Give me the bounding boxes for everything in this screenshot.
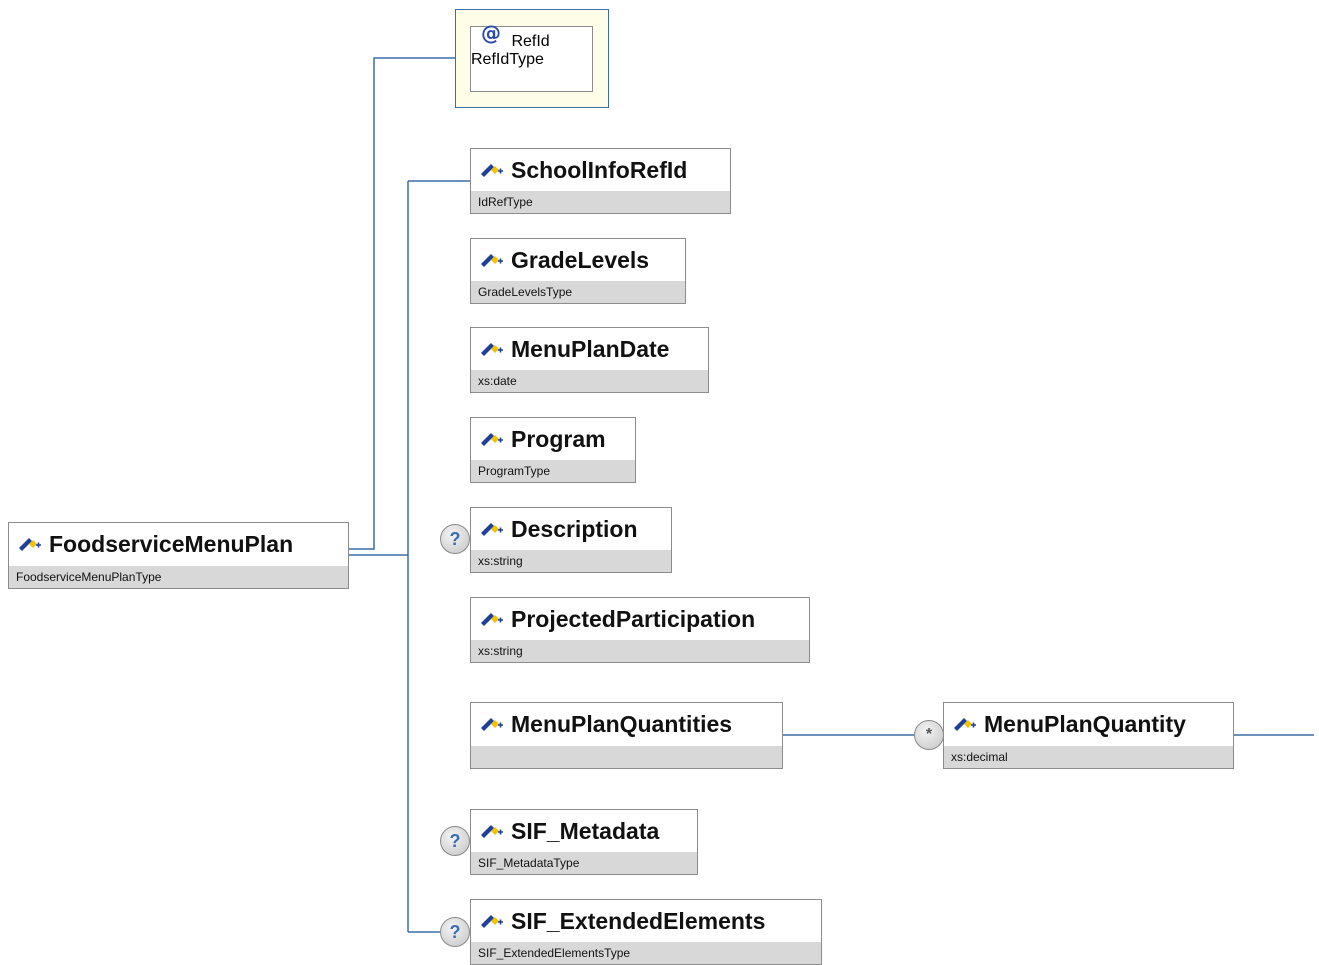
element-icon bbox=[481, 343, 503, 356]
element-icon bbox=[481, 164, 503, 177]
grandchild-menuplanquantity[interactable]: MenuPlanQuantity xs:decimal bbox=[943, 702, 1234, 769]
connector-root-attribute bbox=[348, 57, 455, 550]
element-icon bbox=[481, 613, 503, 626]
child-name: SIF_Metadata bbox=[511, 817, 660, 844]
child-name: Program bbox=[511, 425, 606, 452]
child-projectedparticipation[interactable]: ProjectedParticipation xs:string bbox=[470, 597, 810, 663]
attribute-type: RefIdType bbox=[471, 51, 544, 68]
child-name: SchoolInfoRefId bbox=[511, 156, 688, 183]
root-element-type: FoodserviceMenuPlanType bbox=[9, 566, 348, 588]
child-sif-metadata[interactable]: SIF_Metadata SIF_MetadataType bbox=[470, 809, 698, 875]
child-type: GradeLevelsType bbox=[471, 281, 685, 303]
child-menuplandate[interactable]: MenuPlanDate xs:date bbox=[470, 327, 709, 393]
child-description[interactable]: Description xs:string bbox=[470, 507, 672, 573]
element-icon bbox=[481, 433, 503, 446]
child-program[interactable]: Program ProgramType bbox=[470, 417, 636, 483]
grandchild-type: xs:decimal bbox=[944, 746, 1233, 768]
attribute-icon: @ bbox=[481, 21, 501, 45]
child-gradelevels[interactable]: GradeLevels GradeLevelsType bbox=[470, 238, 686, 304]
element-icon bbox=[481, 825, 503, 838]
child-type bbox=[471, 746, 782, 768]
child-type: IdRefType bbox=[471, 191, 730, 213]
attribute-name: RefId bbox=[511, 33, 550, 50]
attribute-refid[interactable]: @ RefId RefIdType bbox=[470, 21, 593, 92]
schema-diagram: FoodserviceMenuPlan FoodserviceMenuPlanT… bbox=[0, 0, 1319, 965]
child-type: ProgramType bbox=[471, 460, 635, 482]
optional-badge: ? bbox=[440, 524, 470, 554]
grandchild-name: MenuPlanQuantity bbox=[984, 710, 1186, 737]
element-icon bbox=[481, 523, 503, 536]
child-type: SIF_MetadataType bbox=[471, 852, 697, 874]
child-type: xs:string bbox=[471, 640, 809, 662]
child-name: SIF_ExtendedElements bbox=[511, 907, 766, 934]
child-type: SIF_ExtendedElementsType bbox=[471, 942, 821, 964]
child-schoolinforefid[interactable]: SchoolInfoRefId IdRefType bbox=[470, 148, 731, 214]
element-icon bbox=[481, 718, 503, 731]
element-icon bbox=[19, 538, 41, 551]
child-type: xs:date bbox=[471, 370, 708, 392]
element-icon bbox=[481, 915, 503, 928]
child-name: MenuPlanQuantities bbox=[511, 710, 733, 737]
optional-badge: ? bbox=[440, 917, 470, 947]
child-menuplanquantities[interactable]: MenuPlanQuantities bbox=[470, 702, 783, 769]
root-element[interactable]: FoodserviceMenuPlan FoodserviceMenuPlanT… bbox=[8, 522, 349, 589]
element-icon bbox=[954, 718, 976, 731]
child-type: xs:string bbox=[471, 550, 671, 572]
repeat-badge: * bbox=[914, 720, 944, 750]
child-sif-extendedelements[interactable]: SIF_ExtendedElements SIF_ExtendedElement… bbox=[470, 899, 822, 965]
child-name: Description bbox=[511, 515, 638, 542]
optional-badge: ? bbox=[440, 826, 470, 856]
root-element-name: FoodserviceMenuPlan bbox=[49, 530, 294, 557]
child-name: ProjectedParticipation bbox=[511, 605, 756, 632]
element-icon bbox=[481, 254, 503, 267]
child-name: GradeLevels bbox=[511, 246, 650, 273]
child-name: MenuPlanDate bbox=[511, 335, 670, 362]
